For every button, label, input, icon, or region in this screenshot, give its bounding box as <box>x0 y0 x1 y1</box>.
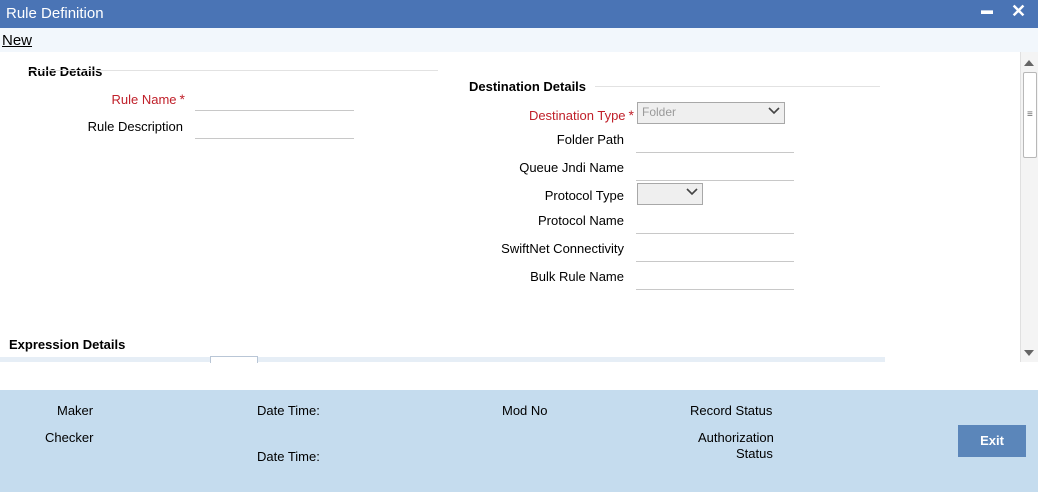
rule-name-label-text: Rule Name <box>111 92 177 107</box>
audit-footer: Maker Checker Date Time: Date Time: Mod … <box>0 390 1038 492</box>
chevron-down-icon <box>768 107 780 115</box>
expression-toolbar-strip <box>0 357 885 362</box>
expression-details-heading: Expression Details <box>9 337 126 352</box>
rule-description-label: Rule Description <box>87 119 183 134</box>
protocol-name-label: Protocol Name <box>538 213 624 228</box>
folder-path-label: Folder Path <box>556 132 624 147</box>
title-bar: Rule Definition ▬ ✕ <box>0 0 1038 28</box>
bulk-rule-name-label: Bulk Rule Name <box>530 269 624 284</box>
scroll-down-icon[interactable] <box>1024 350 1034 356</box>
vertical-scrollbar[interactable]: ≡ <box>1020 52 1038 362</box>
rule-details-heading: Rule Details <box>28 64 103 79</box>
scrollbar-thumb[interactable]: ≡ <box>1023 72 1037 158</box>
scroll-up-icon[interactable] <box>1024 60 1034 66</box>
required-asterisk: * <box>628 107 634 123</box>
rule-name-label: Rule Name * <box>60 91 185 107</box>
protocol-type-label: Protocol Type <box>544 188 624 203</box>
date-time-label: Date Time: <box>257 403 320 418</box>
authorization-label: Authorization <box>698 430 774 445</box>
destination-type-label-text: Destination Type <box>528 108 626 123</box>
exit-button[interactable]: Exit <box>958 425 1026 457</box>
destination-details-divider <box>595 86 880 87</box>
rule-details-divider <box>28 70 438 71</box>
destination-type-value: Folder <box>642 105 677 119</box>
menu-bar: New <box>0 28 1038 52</box>
queue-jndi-name-input[interactable] <box>636 156 794 181</box>
record-status-label: Record Status <box>690 403 773 418</box>
swiftnet-connectivity-input[interactable] <box>636 237 794 262</box>
minimize-icon[interactable]: ▬ <box>981 3 993 17</box>
rule-description-input[interactable] <box>195 114 354 139</box>
destination-type-select[interactable]: Folder <box>637 102 785 124</box>
protocol-name-input[interactable] <box>636 209 794 234</box>
destination-type-label: Destination Type * <box>460 107 634 123</box>
checker-label: Checker <box>45 430 94 445</box>
chevron-down-icon <box>686 188 698 196</box>
destination-details-heading: Destination Details <box>469 79 587 94</box>
bulk-rule-name-input[interactable] <box>636 265 794 290</box>
authorization-status-label: Status <box>736 446 773 461</box>
swiftnet-connectivity-label: SwiftNet Connectivity <box>501 241 624 256</box>
window-title: Rule Definition <box>6 5 104 22</box>
queue-jndi-name-label: Queue Jndi Name <box>519 160 624 175</box>
maker-label: Maker <box>57 403 94 418</box>
folder-path-input[interactable] <box>636 128 794 153</box>
close-icon[interactable]: ✕ <box>1011 1 1026 22</box>
required-asterisk: * <box>179 91 185 107</box>
mod-no-label: Mod No <box>502 403 548 418</box>
protocol-type-select[interactable] <box>637 183 703 205</box>
new-link[interactable]: New <box>2 32 32 49</box>
form-content: Rule Details Rule Name * Rule Description… <box>0 52 1020 362</box>
rule-name-input[interactable] <box>195 86 354 111</box>
expression-page-input[interactable] <box>210 356 258 363</box>
checker-date-time-label: Date Time: <box>257 449 320 464</box>
